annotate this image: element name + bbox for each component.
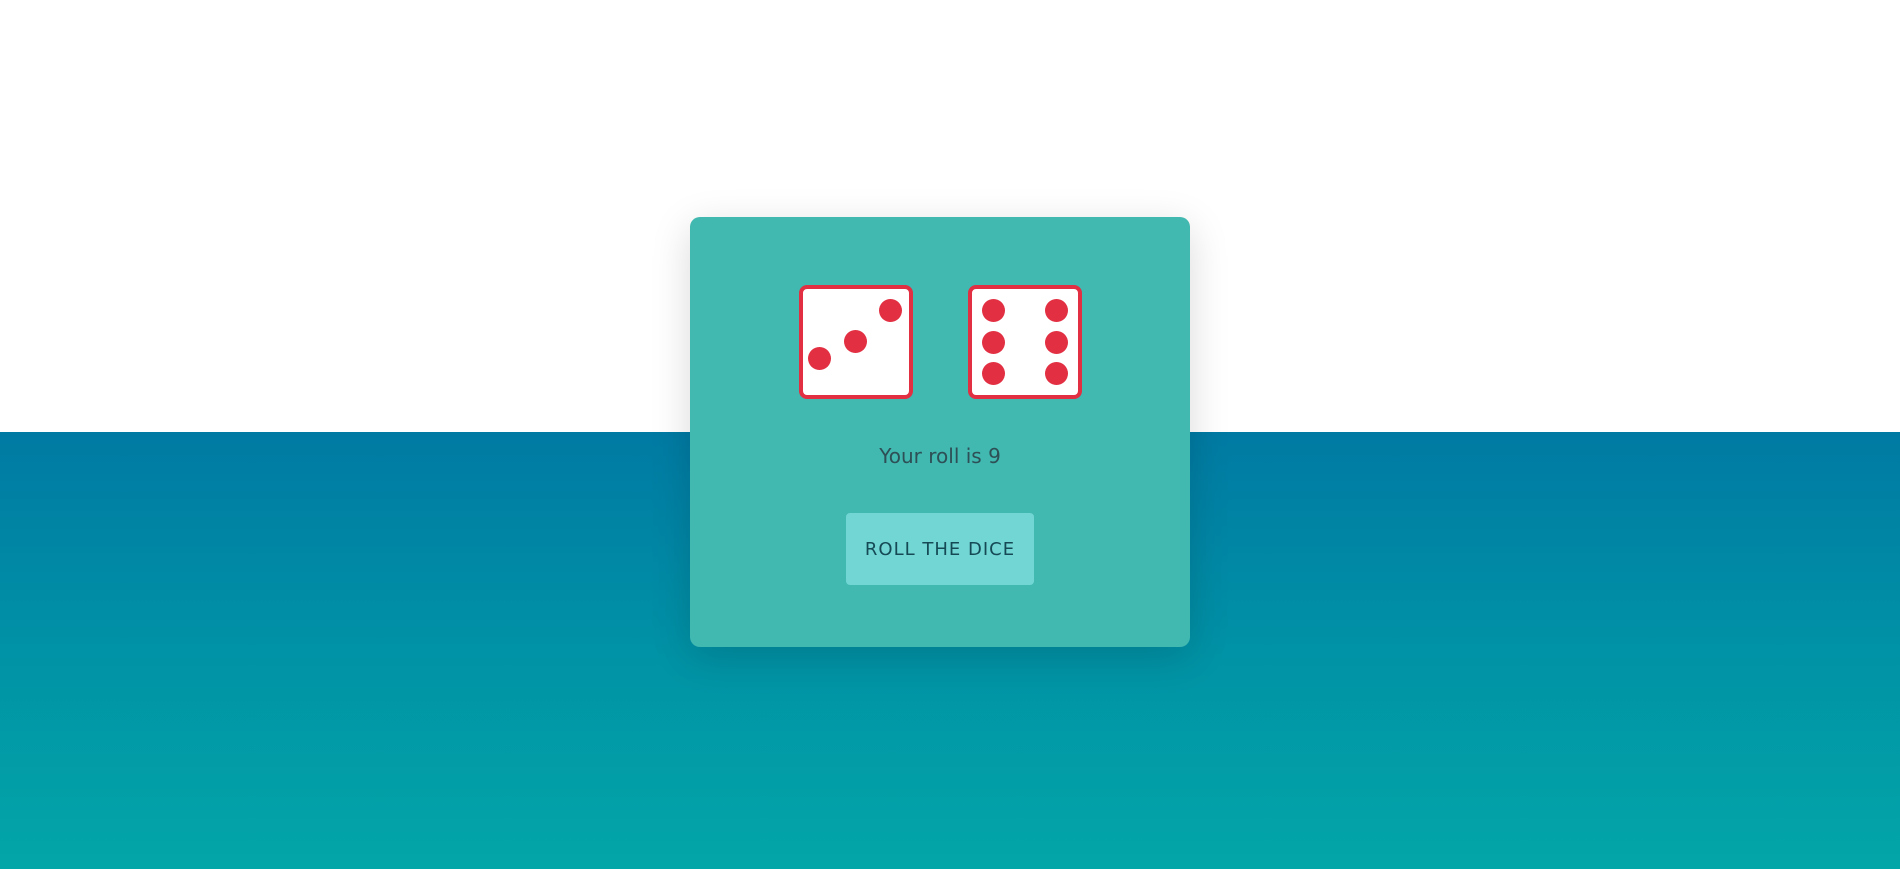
- die-pip: [844, 330, 867, 353]
- die-left-three-icon: [799, 285, 913, 399]
- dice-card: Your roll is 9 ROLL THE DICE: [690, 217, 1190, 647]
- die-pip: [879, 299, 902, 322]
- die-pip: [1045, 362, 1068, 385]
- roll-result-text: Your roll is 9: [879, 444, 1001, 468]
- die-pip: [1045, 299, 1068, 322]
- die-pip: [982, 362, 1005, 385]
- die-pip: [1045, 331, 1068, 354]
- roll-dice-button[interactable]: ROLL THE DICE: [846, 513, 1034, 585]
- die-pip: [982, 331, 1005, 354]
- die-right-six-icon: [968, 285, 1082, 399]
- die-pip: [982, 299, 1005, 322]
- die-pip: [808, 347, 831, 370]
